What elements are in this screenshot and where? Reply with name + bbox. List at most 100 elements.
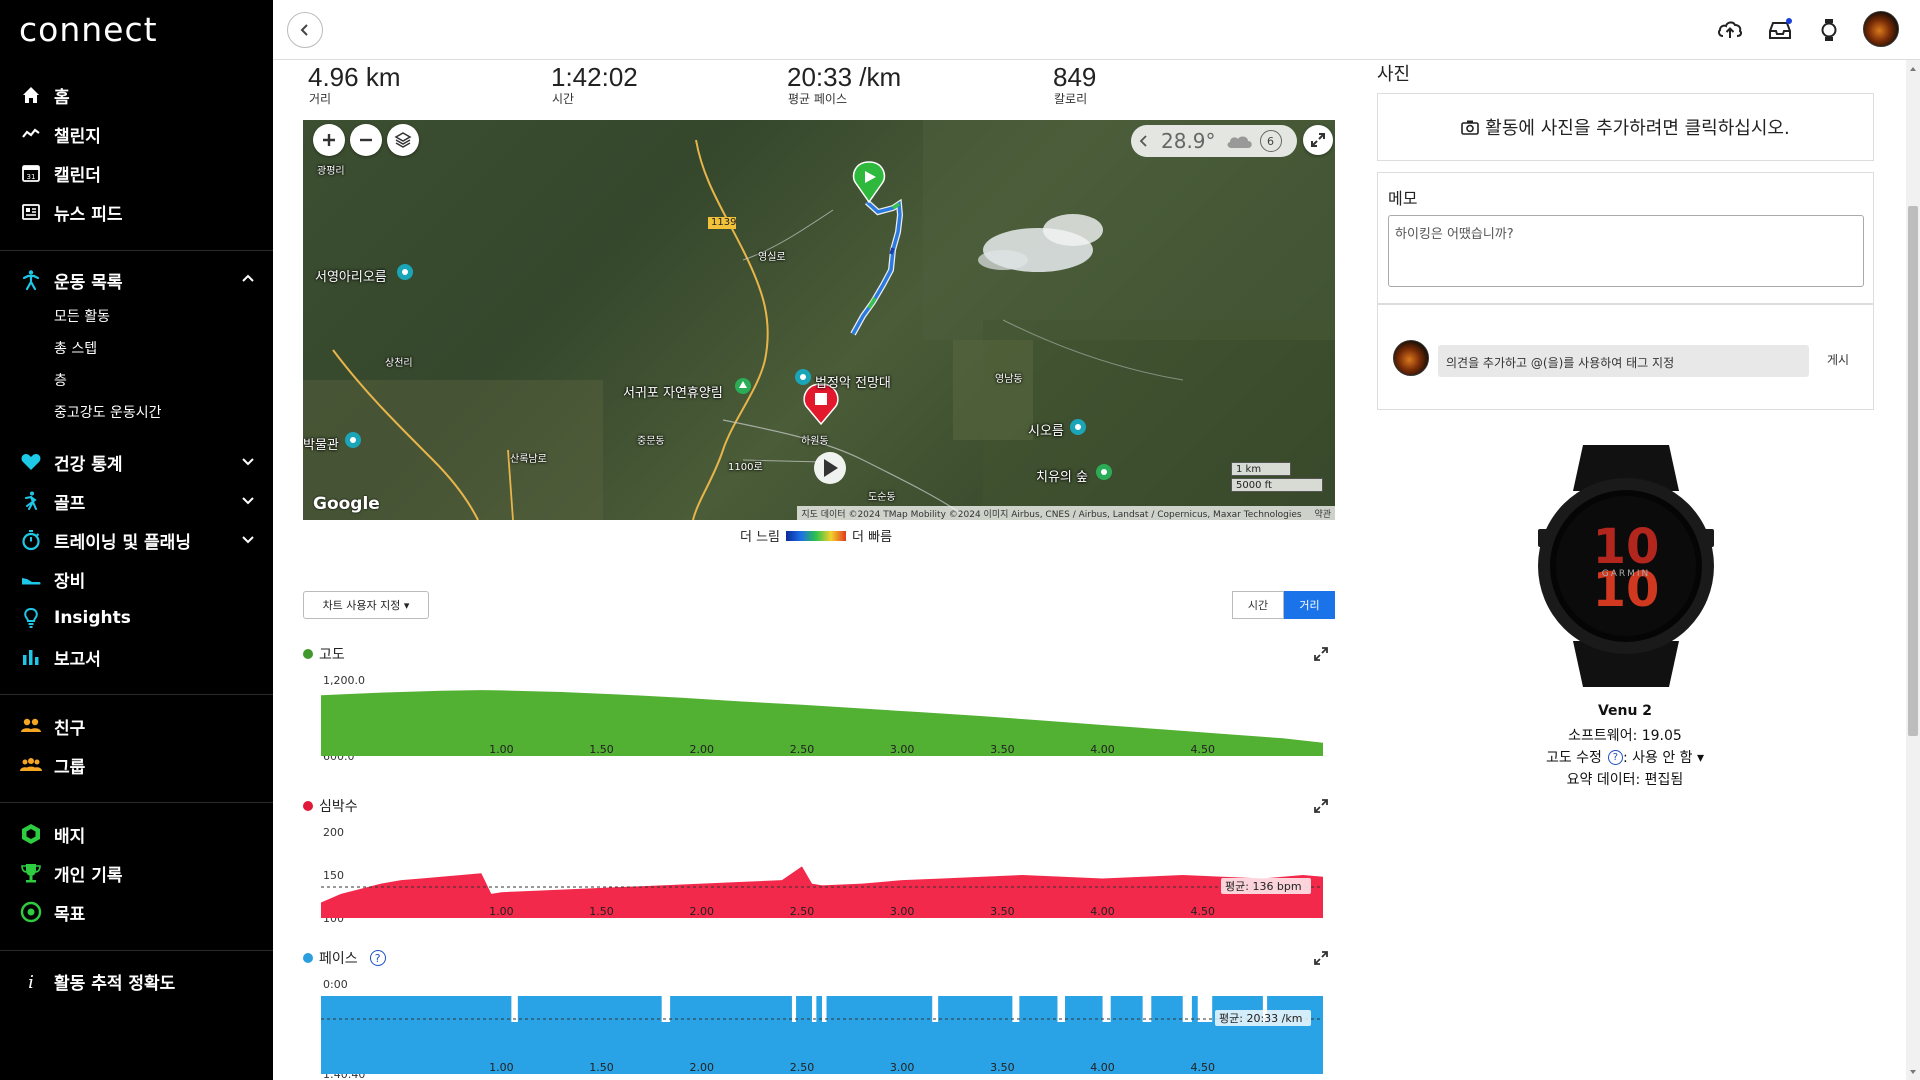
groups-icon — [20, 754, 42, 776]
x-tick-label: 4.00 — [1090, 743, 1115, 756]
sidebar-subitem-all-activities[interactable]: 모든 활동 — [54, 306, 110, 326]
sidebar-item-groups[interactable]: 그룹 — [0, 747, 273, 783]
map-label-jungmun: 중문동 — [637, 436, 665, 447]
sidebar-item-golf[interactable]: 골프 — [0, 483, 273, 519]
commenter-avatar — [1393, 340, 1429, 376]
sidebar-item-news-feed[interactable]: 뉴스 피드 — [0, 194, 273, 230]
expand-icon — [1311, 133, 1325, 147]
elevation-title-text: 고도 — [319, 647, 345, 663]
weather-widget[interactable]: 28.9° 6 — [1131, 125, 1297, 157]
help-icon[interactable]: ? — [369, 950, 386, 966]
map-label-sandanro: 산록남로 — [510, 454, 547, 465]
zoom-in-button[interactable] — [313, 124, 345, 156]
elevation-chart[interactable]: 1,200.0600.01.001.502.002.503.003.504.00… — [303, 664, 1335, 760]
watch-brand: GARMIN — [1602, 569, 1651, 579]
sidebar-subitem-floors[interactable]: 층 — [54, 370, 67, 390]
layers-icon — [394, 132, 412, 148]
elevation-correction-dropdown[interactable]: : 사용 안 함 ▾ — [1623, 747, 1704, 767]
sidebar-item-goals[interactable]: 목표 — [0, 894, 273, 930]
post-comment-button[interactable]: 게시 — [1827, 351, 1849, 368]
pace-gap — [1102, 994, 1111, 1022]
sidebar-divider — [0, 802, 273, 803]
expand-elevation-icon[interactable] — [1313, 646, 1329, 662]
trophy-icon — [20, 862, 42, 884]
pace-gradient-bar — [786, 530, 847, 541]
expand-pace-icon[interactable] — [1313, 950, 1329, 966]
sidebar-subitem-total-steps[interactable]: 총 스텝 — [54, 338, 97, 358]
svg-text:i: i — [28, 972, 34, 992]
comment-input[interactable]: 의견을 추가하고 @(을)를 사용하여 태그 지정 — [1438, 345, 1809, 377]
connect-logo[interactable]: connect — [19, 10, 158, 49]
minus-icon — [360, 138, 372, 142]
memo-textarea[interactable]: 하이킹은 어땠습니까? — [1388, 215, 1864, 287]
chevron-down-icon[interactable] — [241, 493, 255, 507]
back-button[interactable] — [287, 12, 323, 48]
y-tick-label: 1,200.0 — [323, 674, 365, 687]
inbox-icon[interactable] — [1766, 16, 1794, 44]
elevation-chart-title: 고도 — [303, 644, 345, 664]
page-scrollbar[interactable] — [1906, 60, 1920, 1080]
scroll-down-icon[interactable] — [1909, 1068, 1917, 1076]
x-tick-label: 2.00 — [690, 743, 715, 756]
map-fullscreen-button[interactable] — [1303, 125, 1333, 155]
sidebar-item-gear[interactable]: 장비 — [0, 561, 273, 597]
sidebar-item-calendar[interactable]: 31 캘린더 — [0, 155, 273, 191]
pace-gap — [1202, 994, 1213, 1022]
sidebar-item-challenges[interactable]: 챌린지 — [0, 116, 273, 152]
scroll-up-icon[interactable] — [1909, 65, 1917, 73]
expand-heart-rate-icon[interactable] — [1313, 798, 1329, 814]
sidebar-item-activities[interactable]: 운동 목록 — [0, 262, 273, 298]
scrollbar-thumb[interactable] — [1908, 206, 1918, 736]
sidebar-item-label: Insights — [54, 608, 131, 628]
sidebar-item-label: 건강 통계 — [54, 454, 123, 475]
memo-title: 메모 — [1388, 189, 1418, 208]
activity-map[interactable]: 1139 28.9° 6 서영아리오름 서귀포 자연휴양림 법정악 전망대 시오… — [303, 120, 1335, 520]
sidebar-subitem-intensity-minutes[interactable]: 중고강도 운동시간 — [54, 402, 162, 422]
upload-cloud-icon[interactable] — [1716, 16, 1744, 44]
stat-time-value: 1:42:02 — [551, 62, 638, 92]
sidebar-item-home[interactable]: 홈 — [0, 77, 273, 113]
sidebar-item-health-stats[interactable]: 건강 통계 — [0, 444, 273, 480]
sidebar-item-badges[interactable]: 배지 — [0, 816, 273, 852]
pace-gap — [811, 994, 817, 1022]
zoom-out-button[interactable] — [350, 124, 382, 156]
sidebar-item-friends[interactable]: 친구 — [0, 708, 273, 744]
toggle-time-button[interactable]: 시간 — [1232, 591, 1284, 619]
heart-rate-chart[interactable]: 200150100평균: 136 bpm1.001.502.002.503.00… — [303, 822, 1335, 922]
user-avatar[interactable] — [1863, 11, 1899, 47]
stat-pace-value: 20:33 /km — [787, 62, 902, 92]
customize-charts-dropdown[interactable]: 차트 사용자 지정 ▾ — [303, 591, 429, 619]
map-terms-link[interactable]: 약관 — [1314, 510, 1331, 520]
sidebar-item-tracking-accuracy[interactable]: i 활동 추적 정확도 — [0, 963, 273, 999]
device-name: Venu 2 — [1597, 703, 1653, 719]
map-label-sioreum: 시오름 — [1028, 424, 1064, 439]
watch-device-icon[interactable] — [1815, 16, 1843, 44]
sidebar-item-training[interactable]: 트레이닝 및 플래닝 — [0, 522, 273, 558]
sidebar-item-personal-records[interactable]: 개인 기록 — [0, 855, 273, 891]
toggle-distance-button[interactable]: 거리 — [1284, 591, 1335, 619]
sidebar-divider — [0, 250, 273, 251]
calendar-icon: 31 — [20, 162, 42, 184]
average-label: 평균: 20:33 /km — [1219, 1012, 1302, 1025]
map-label-dosun: 도순동 — [868, 492, 896, 503]
map-terrain — [303, 120, 1335, 520]
pace-chart[interactable]: 0:0050:001:40:40평균: 20:33 /km1.001.502.0… — [303, 974, 1335, 1080]
add-photo-button[interactable]: 활동에 사진을 추가하려면 클릭하십시오. — [1377, 93, 1874, 161]
map-label-road-1100: 1100로 — [728, 462, 763, 473]
memo-card: 메모 하이킹은 어땠습니까? — [1377, 172, 1874, 304]
help-icon[interactable]: ? — [1607, 749, 1623, 765]
map-layers-button[interactable] — [387, 124, 419, 156]
sidebar-item-insights[interactable]: Insights — [0, 600, 273, 636]
target-icon — [20, 901, 42, 923]
x-tick-label: 3.00 — [890, 1061, 915, 1074]
sidebar-item-reports[interactable]: 보고서 — [0, 639, 273, 675]
map-attribution: 지도 데이터 ©2024 TMap Mobility ©2024 이미지 Air… — [797, 506, 1335, 520]
pace-gap — [511, 994, 518, 1022]
map-label-yeongsil: 영실로 — [758, 252, 786, 263]
chevron-down-icon[interactable] — [241, 454, 255, 468]
chevron-left-icon[interactable] — [1137, 134, 1151, 148]
chevron-up-icon[interactable] — [241, 272, 255, 286]
map-label-gwangpyeong: 광평리 — [317, 166, 345, 177]
chevron-down-icon[interactable] — [241, 532, 255, 546]
x-tick-label: 2.50 — [790, 743, 815, 756]
